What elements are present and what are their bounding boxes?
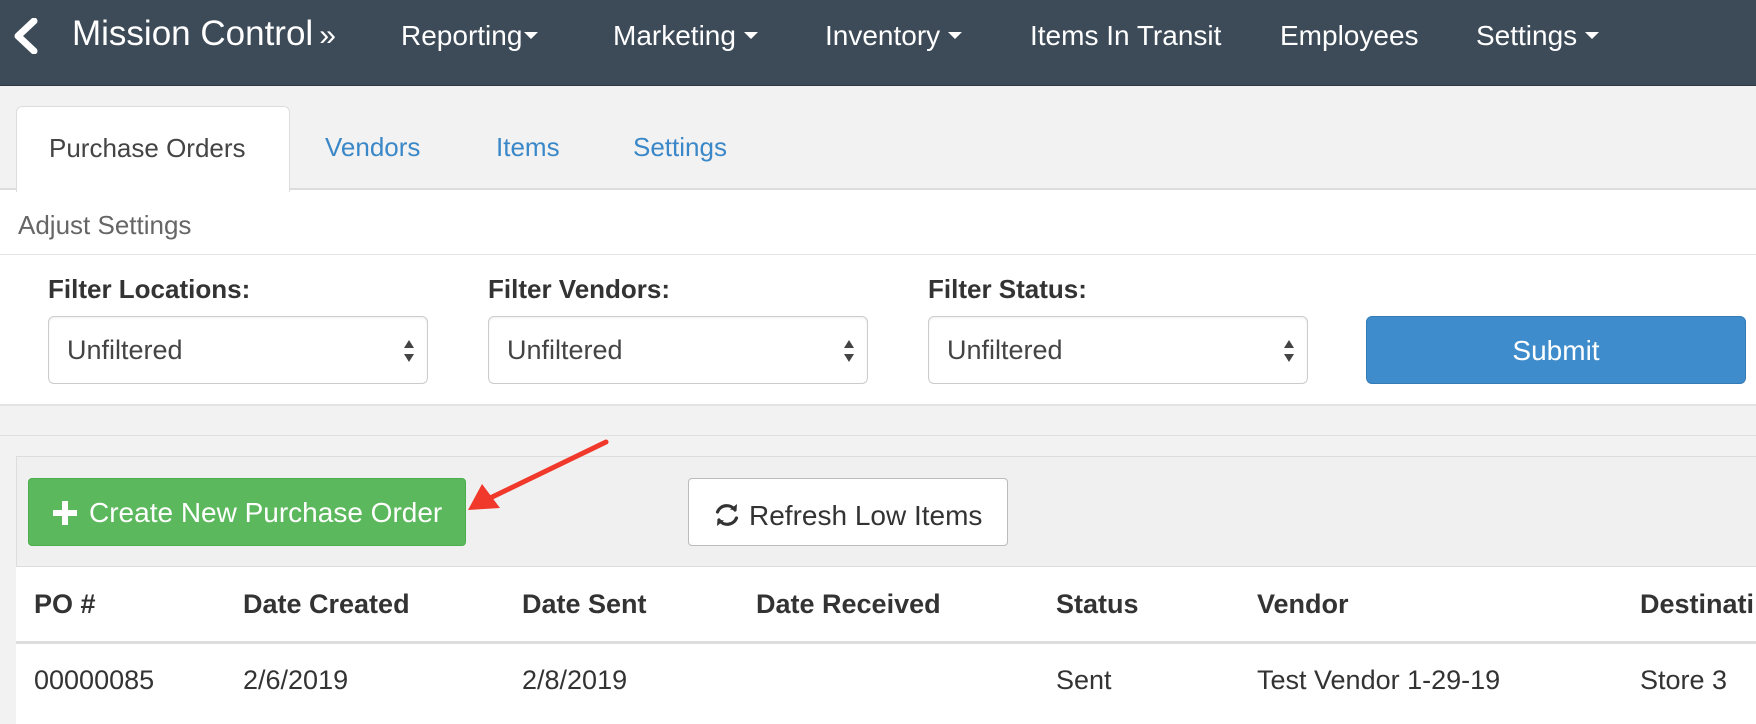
brand-suffix: »: [319, 19, 336, 52]
table-cell-destination: Store 3: [1640, 665, 1728, 695]
table-cell-vendor: Test Vendor 1-29-19: [1257, 665, 1501, 695]
tab-bar: Purchase Orders Vendors Items Settings: [0, 86, 1756, 192]
column-header-destination[interactable]: Destinati: [1640, 589, 1754, 620]
table-cell-po-number[interactable]: 00000085: [34, 665, 154, 696]
column-header-po-number[interactable]: PO #: [34, 589, 96, 620]
nav-employees[interactable]: Employees: [1280, 20, 1419, 52]
refresh-low-items-label: Refresh Low Items: [749, 500, 983, 531]
nav-settings[interactable]: Settings: [1476, 20, 1600, 52]
caret-down-icon: [743, 32, 758, 40]
filter-locations-value: Unfiltered: [67, 335, 183, 365]
nav-reporting[interactable]: Reporting: [401, 20, 539, 52]
back-chevron-icon[interactable]: [10, 18, 42, 54]
settings-panel-title: Adjust Settings: [18, 210, 192, 240]
filter-status-value: Unfiltered: [947, 335, 1063, 365]
refresh-icon: [715, 504, 739, 526]
tab-vendors[interactable]: Vendors: [325, 106, 420, 190]
column-header-status[interactable]: Status: [1056, 589, 1139, 620]
section-spacer: [0, 406, 1756, 436]
brand-link[interactable]: Mission Control»: [72, 14, 336, 54]
select-arrows-icon: [844, 340, 854, 362]
tab-items-label: Items: [496, 132, 560, 162]
tab-settings[interactable]: Settings: [633, 106, 727, 190]
select-arrows-icon: [1284, 340, 1294, 362]
table-header-divider: [16, 641, 1756, 644]
top-navbar: Mission Control» Reporting Marketing Inv…: [0, 0, 1756, 86]
tab-vendors-label: Vendors: [325, 132, 421, 162]
caret-down-icon: [1585, 32, 1600, 40]
column-header-date-created[interactable]: Date Created: [243, 589, 410, 620]
plus-icon: [53, 501, 77, 525]
column-header-date-sent[interactable]: Date Sent: [522, 589, 647, 620]
nav-items-in-transit[interactable]: Items In Transit: [1030, 20, 1221, 52]
refresh-low-items-button[interactable]: Refresh Low Items: [688, 478, 1008, 546]
table-cell-status: Sent: [1056, 665, 1112, 695]
settings-panel: Adjust Settings Filter Locations: Unfilt…: [0, 190, 1756, 406]
nav-inventory[interactable]: Inventory: [825, 20, 963, 52]
nav-items-in-transit-label: Items In Transit: [1030, 20, 1222, 51]
nav-settings-label: Settings: [1476, 20, 1578, 51]
table-cell-date-sent: 2/8/2019: [522, 665, 628, 695]
filter-locations-label: Filter Locations:: [48, 274, 251, 304]
caret-down-icon: [948, 32, 963, 40]
table-cell-date-created: 2/6/2019: [243, 665, 349, 695]
nav-marketing[interactable]: Marketing: [613, 20, 758, 52]
column-header-date-received[interactable]: Date Received: [756, 589, 941, 620]
settings-divider: [0, 254, 1756, 255]
create-purchase-order-label: Create New Purchase Order: [89, 497, 443, 528]
tab-settings-label: Settings: [633, 132, 727, 162]
filter-locations-select[interactable]: Unfiltered: [48, 316, 428, 384]
submit-button[interactable]: Submit: [1366, 316, 1746, 384]
nav-marketing-label: Marketing: [613, 20, 736, 51]
filter-vendors-select[interactable]: Unfiltered: [488, 316, 868, 384]
caret-down-icon: [524, 32, 539, 40]
select-arrows-icon: [404, 340, 414, 362]
tab-purchase-orders[interactable]: Purchase Orders: [16, 106, 290, 192]
nav-employees-label: Employees: [1280, 20, 1419, 51]
tab-items[interactable]: Items: [496, 106, 560, 190]
nav-inventory-label: Inventory: [825, 20, 941, 51]
purchase-orders-table: PO # Date Created Date Sent Date Receive…: [16, 566, 1756, 724]
brand-title: Mission Control: [72, 14, 314, 53]
filter-status-select[interactable]: Unfiltered: [928, 316, 1308, 384]
filter-vendors-label: Filter Vendors:: [488, 274, 671, 304]
column-header-vendor[interactable]: Vendor: [1257, 589, 1349, 620]
nav-reporting-label: Reporting: [401, 20, 523, 51]
tab-purchase-orders-label: Purchase Orders: [49, 133, 246, 163]
filter-status-label: Filter Status:: [928, 274, 1087, 304]
create-purchase-order-button[interactable]: Create New Purchase Order: [28, 478, 466, 546]
filter-vendors-value: Unfiltered: [507, 335, 623, 365]
